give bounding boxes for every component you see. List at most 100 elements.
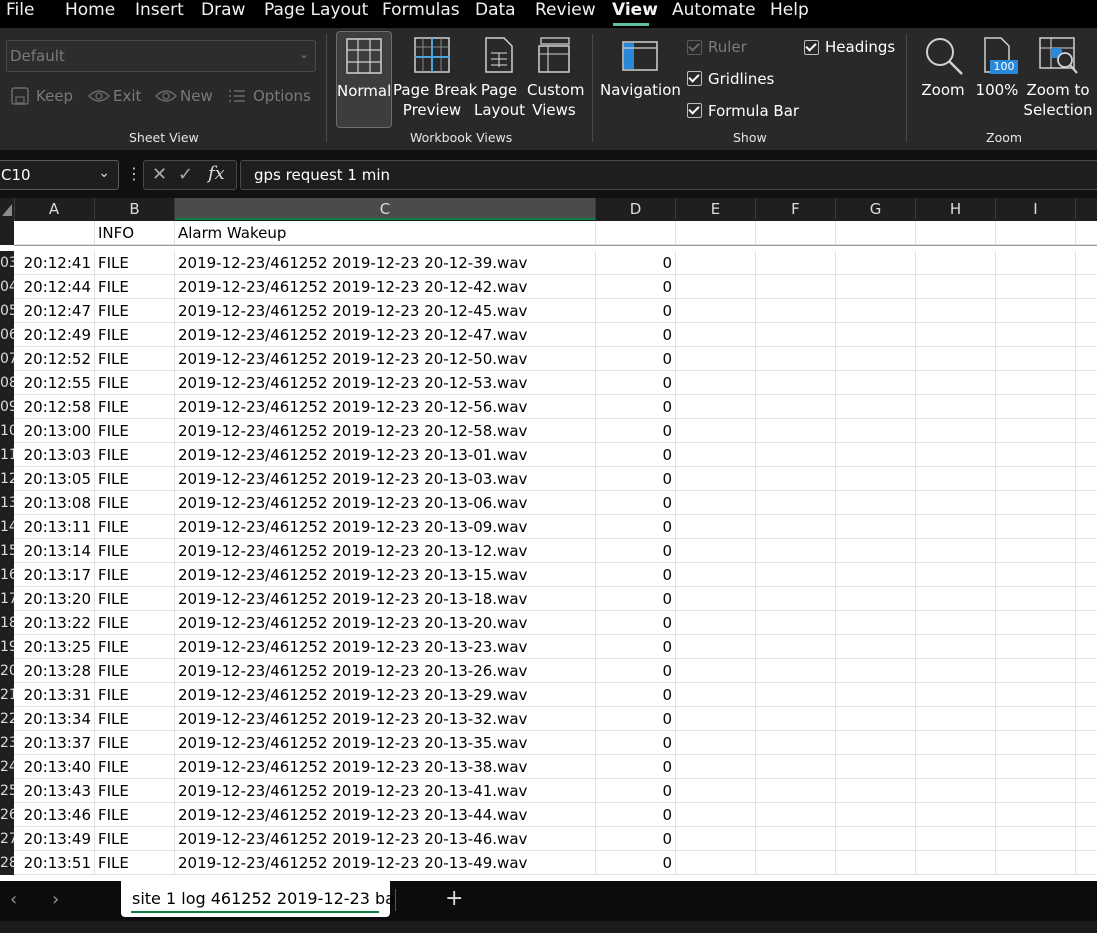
cell-g-header[interactable] bbox=[836, 221, 916, 245]
cell-c[interactable]: 2019-12-23/461252 2019-12-23 20-13-26.wa… bbox=[175, 659, 596, 683]
cell-c[interactable]: 2019-12-23/461252 2019-12-23 20-12-58.wa… bbox=[175, 419, 596, 443]
cell-z[interactable] bbox=[1076, 779, 1097, 803]
cell-g[interactable] bbox=[836, 419, 916, 443]
cell-c[interactable]: 2019-12-23/461252 2019-12-23 20-13-38.wa… bbox=[175, 755, 596, 779]
cell-a[interactable]: 20:13:49 bbox=[14, 827, 95, 851]
cell-c[interactable]: 2019-12-23/461252 2019-12-23 20-13-32.wa… bbox=[175, 707, 596, 731]
menu-formulas[interactable]: Formulas bbox=[382, 0, 460, 24]
cell-e[interactable] bbox=[676, 491, 756, 515]
cell-d[interactable]: 0 bbox=[596, 323, 676, 347]
cell-z[interactable] bbox=[1076, 299, 1097, 323]
cell-d[interactable]: 0 bbox=[596, 419, 676, 443]
row-number[interactable]: 08 bbox=[0, 371, 14, 395]
cell-e[interactable] bbox=[676, 731, 756, 755]
cell-c[interactable]: 2019-12-23/461252 2019-12-23 20-12-53.wa… bbox=[175, 371, 596, 395]
cell-i[interactable] bbox=[996, 731, 1076, 755]
cell-f[interactable] bbox=[756, 803, 836, 827]
cell-b[interactable]: FILE bbox=[95, 395, 175, 419]
cell-a[interactable]: 20:13:03 bbox=[14, 443, 95, 467]
cell-e[interactable] bbox=[676, 827, 756, 851]
cell-i[interactable] bbox=[996, 611, 1076, 635]
cell-f[interactable] bbox=[756, 467, 836, 491]
cell-a-header[interactable] bbox=[14, 221, 95, 245]
cell-h[interactable] bbox=[916, 851, 996, 875]
cell-e[interactable] bbox=[676, 395, 756, 419]
menu-review[interactable]: Review bbox=[535, 0, 596, 24]
cell-z[interactable] bbox=[1076, 707, 1097, 731]
cell-i[interactable] bbox=[996, 587, 1076, 611]
cell-e[interactable] bbox=[676, 251, 756, 275]
cell-b[interactable]: FILE bbox=[95, 275, 175, 299]
cell-b[interactable]: FILE bbox=[95, 851, 175, 875]
cell-i-header[interactable] bbox=[996, 221, 1076, 245]
cell-h-header[interactable] bbox=[916, 221, 996, 245]
cell-b[interactable]: FILE bbox=[95, 251, 175, 275]
row-number[interactable]: 12 bbox=[0, 467, 14, 491]
cell-d[interactable]: 0 bbox=[596, 299, 676, 323]
scroll-tabs-left-icon[interactable]: ‹ bbox=[10, 889, 17, 910]
cell-a[interactable]: 20:13:14 bbox=[14, 539, 95, 563]
cell-f[interactable] bbox=[756, 851, 836, 875]
cell-d[interactable]: 0 bbox=[596, 395, 676, 419]
menu-view[interactable]: View bbox=[612, 0, 658, 24]
ruler-checkbox[interactable] bbox=[687, 40, 702, 55]
cell-h[interactable] bbox=[916, 755, 996, 779]
cell-d[interactable]: 0 bbox=[596, 779, 676, 803]
cell-g[interactable] bbox=[836, 347, 916, 371]
row-number[interactable]: 03 bbox=[0, 251, 14, 275]
cell-z[interactable] bbox=[1076, 275, 1097, 299]
cell-b[interactable]: FILE bbox=[95, 347, 175, 371]
cell-h[interactable] bbox=[916, 731, 996, 755]
cell-d[interactable]: 0 bbox=[596, 443, 676, 467]
cell-b[interactable]: FILE bbox=[95, 755, 175, 779]
cell-b[interactable]: FILE bbox=[95, 467, 175, 491]
cell-d[interactable]: 0 bbox=[596, 635, 676, 659]
cell-i[interactable] bbox=[996, 419, 1076, 443]
cell-i[interactable] bbox=[996, 347, 1076, 371]
cell-g[interactable] bbox=[836, 659, 916, 683]
cell-f[interactable] bbox=[756, 731, 836, 755]
cell-f[interactable] bbox=[756, 587, 836, 611]
cell-b[interactable]: FILE bbox=[95, 515, 175, 539]
cell-f[interactable] bbox=[756, 419, 836, 443]
cell-g[interactable] bbox=[836, 515, 916, 539]
cell-z[interactable] bbox=[1076, 587, 1097, 611]
cell-i[interactable] bbox=[996, 755, 1076, 779]
cell-f[interactable] bbox=[756, 707, 836, 731]
column-header-i[interactable]: I bbox=[996, 198, 1076, 220]
cell-g[interactable] bbox=[836, 323, 916, 347]
cell-i[interactable] bbox=[996, 683, 1076, 707]
cell-e[interactable] bbox=[676, 515, 756, 539]
row-number[interactable]: 21 bbox=[0, 683, 14, 707]
cell-a[interactable]: 20:12:52 bbox=[14, 347, 95, 371]
add-sheet-button[interactable]: + bbox=[445, 886, 463, 911]
cell-g[interactable] bbox=[836, 539, 916, 563]
menu-insert[interactable]: Insert bbox=[135, 0, 184, 24]
cell-a[interactable]: 20:12:55 bbox=[14, 371, 95, 395]
cell-g[interactable] bbox=[836, 851, 916, 875]
cell-g[interactable] bbox=[836, 275, 916, 299]
row-number[interactable]: 28 bbox=[0, 851, 14, 875]
cell-c[interactable]: 2019-12-23/461252 2019-12-23 20-12-47.wa… bbox=[175, 323, 596, 347]
cell-z[interactable] bbox=[1076, 635, 1097, 659]
cell-f[interactable] bbox=[756, 443, 836, 467]
zoom-100-button[interactable]: 100 100% bbox=[974, 31, 1020, 126]
cell-a[interactable]: 20:13:08 bbox=[14, 491, 95, 515]
cell-d[interactable]: 0 bbox=[596, 683, 676, 707]
cell-e[interactable] bbox=[676, 275, 756, 299]
row-number[interactable]: 14 bbox=[0, 515, 14, 539]
cell-a[interactable]: 20:13:11 bbox=[14, 515, 95, 539]
cell-d[interactable]: 0 bbox=[596, 659, 676, 683]
cell-e[interactable] bbox=[676, 587, 756, 611]
cell-h[interactable] bbox=[916, 275, 996, 299]
cell-f[interactable] bbox=[756, 659, 836, 683]
cell-g[interactable] bbox=[836, 803, 916, 827]
formula-input[interactable]: gps request 1 min bbox=[240, 160, 1097, 190]
cell-f[interactable] bbox=[756, 827, 836, 851]
cell-b[interactable]: FILE bbox=[95, 491, 175, 515]
cell-i[interactable] bbox=[996, 827, 1076, 851]
menu-page-layout[interactable]: Page Layout bbox=[264, 0, 368, 24]
row-number[interactable]: 15 bbox=[0, 539, 14, 563]
cell-a[interactable]: 20:12:58 bbox=[14, 395, 95, 419]
row-number[interactable]: 22 bbox=[0, 707, 14, 731]
